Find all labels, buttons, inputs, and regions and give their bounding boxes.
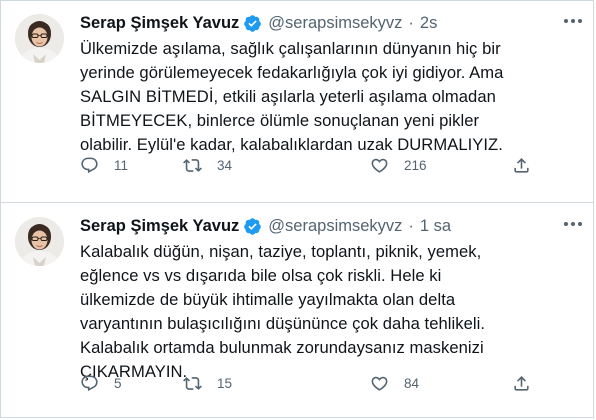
retweet-icon [183,158,202,172]
tweet-header: Serap Şimşek Yavuz @serapsimsekyvz · 1 s… [80,214,451,238]
reply-count: 5 [114,375,122,391]
tweet-text-line: ÇIKARMAYIN. [80,362,188,381]
avatar[interactable] [15,14,64,63]
reply-icon [81,375,98,391]
timestamp[interactable]: 2s [420,14,437,33]
tweet-text-line: olabilir. Eylül'e kadar, kalabalıklardan… [80,135,503,154]
tweet-text-line: Kalabalık düğün, nişan, taziye, toplantı… [80,242,482,261]
more-options-icon[interactable] [562,215,584,233]
tweet[interactable]: Serap Şimşek Yavuz @serapsimsekyvz · 2s … [0,0,594,203]
separator: · [408,13,414,32]
retweet-button[interactable]: 15 [183,373,232,393]
tweet-text-line: varyantının bulaşıcılığını düşününce çok… [80,314,485,333]
avatar[interactable] [15,217,64,266]
heart-icon [371,158,388,173]
heart-icon [371,376,388,391]
retweet-count: 34 [217,157,233,173]
verified-badge-icon [243,14,262,33]
tweet-text-line: Kalabalık ortamda bulunmak zorundaysanız… [80,338,484,357]
like-count: 216 [404,157,427,173]
retweet-icon [183,376,202,390]
share-icon [514,375,529,391]
reply-count: 11 [114,157,129,173]
like-count: 84 [404,375,420,391]
reply-button[interactable]: 5 [80,373,122,393]
reply-button[interactable]: 11 [80,155,128,175]
author-name[interactable]: Serap Şimşek Yavuz [80,217,239,236]
tweet-text: Ülkemizde aşılama, sağlık çalışanlarının… [80,37,585,157]
tweet-text-line: SALGIN BİTMEDİ, etkili aşılarla yeterli … [80,87,496,106]
tweet-text-line: eğlence vs vs dışarıda bile olsa çok ris… [80,266,442,285]
like-button[interactable]: 216 [370,155,427,175]
author-handle[interactable]: @serapsimsekyvz [268,14,402,33]
author-name[interactable]: Serap Şimşek Yavuz [80,14,239,33]
retweet-count: 15 [217,375,233,391]
more-options-icon[interactable] [562,12,584,30]
timestamp[interactable]: 1 sa [420,217,451,236]
like-button[interactable]: 84 [370,373,419,393]
share-button[interactable] [512,155,531,175]
share-icon [514,157,529,173]
tweet-text-line: BİTMEYECEK, binlerce ölümle sonuçlanan y… [80,111,480,130]
verified-badge-icon [243,217,262,236]
author-handle[interactable]: @serapsimsekyvz [268,217,402,236]
tweet[interactable]: Serap Şimşek Yavuz @serapsimsekyvz · 1 s… [0,203,594,418]
tweet-text-line: yerinde görülemeyecek fedakarlığıyla çok… [80,63,504,82]
tweet-text-line: Ülkemizde aşılama, sağlık çalışanlarının… [80,39,501,58]
share-button[interactable] [512,373,531,393]
retweet-button[interactable]: 34 [183,155,232,175]
tweet-text-line: ülkemizde de büyük ihtimalle yayılmakta … [80,290,456,309]
reply-icon [81,157,98,173]
separator: · [408,216,414,235]
tweet-text: Kalabalık düğün, nişan, taziye, toplantı… [80,240,585,384]
tweet-header: Serap Şimşek Yavuz @serapsimsekyvz · 2s [80,11,437,35]
